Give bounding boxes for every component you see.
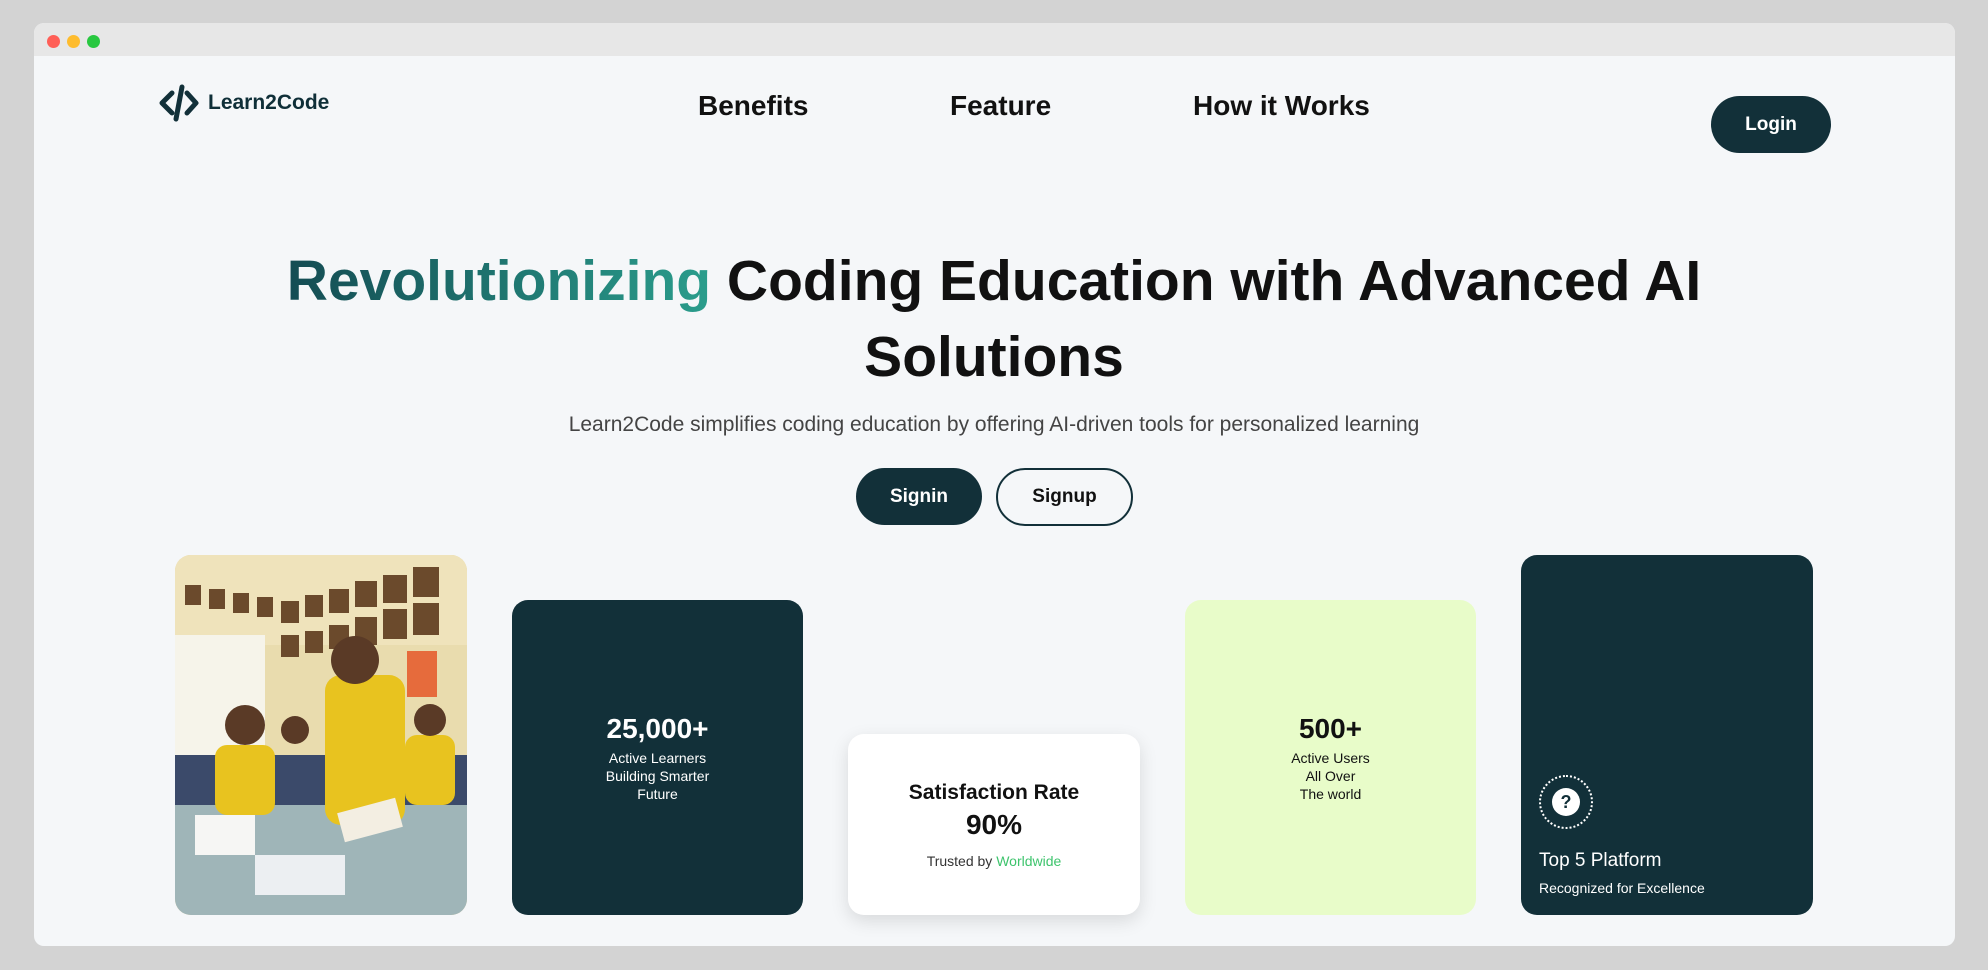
trusted-by-text: Trusted by Worldwide xyxy=(927,853,1062,869)
platform-title: Top 5 Platform xyxy=(1539,850,1662,871)
users-line-1: Active Users xyxy=(1291,749,1370,766)
learners-line-3: Future xyxy=(637,785,678,802)
platform-card: ? Top 5 Platform Recognized for Excellen… xyxy=(1521,555,1813,915)
hero-title-rest: Coding Education with Advanced AI Soluti… xyxy=(711,249,1702,389)
question-icon: ? xyxy=(1539,775,1593,829)
login-button[interactable]: Login xyxy=(1711,96,1831,153)
users-line-2: All Over xyxy=(1305,767,1356,784)
hero-subtitle: Learn2Code simplifies coding education b… xyxy=(568,413,1420,436)
hero-title: Revolutionizing Coding Education with Ad… xyxy=(234,243,1754,395)
users-stat-card: 500+ Active Users All Over The world xyxy=(1185,600,1476,915)
browser-window: Learn2Code Benefits Feature How it Works… xyxy=(34,23,1955,946)
signup-button[interactable]: Signup xyxy=(996,468,1133,526)
nav-link-feature[interactable]: Feature xyxy=(950,90,1051,122)
learners-stat-card: 25,000+ Active Learners Building Smarter… xyxy=(512,600,803,915)
hero-title-accent: Revolutionizing xyxy=(286,249,712,313)
users-line-3: The world xyxy=(1299,785,1362,802)
platform-subtitle: Recognized for Excellence xyxy=(1539,880,1705,896)
close-window-button[interactable] xyxy=(47,35,60,48)
brand-logo[interactable]: Learn2Code xyxy=(158,83,329,123)
users-count: 500+ xyxy=(1298,712,1363,744)
top-navigation: Learn2Code Benefits Feature How it Works… xyxy=(34,56,1955,156)
learners-line-2: Building Smarter xyxy=(605,767,710,784)
satisfaction-title: Satisfaction Rate xyxy=(908,780,1080,804)
window-titlebar xyxy=(34,23,1955,56)
learners-count: 25,000+ xyxy=(606,712,709,744)
classroom-illustration xyxy=(175,555,467,915)
students-photo xyxy=(175,555,467,915)
trusted-prefix: Trusted by xyxy=(926,852,997,869)
maximize-window-button[interactable] xyxy=(87,35,100,48)
nav-link-how-it-works[interactable]: How it Works xyxy=(1193,90,1370,122)
brand-name: Learn2Code xyxy=(208,91,330,114)
learners-line-1: Active Learners xyxy=(608,749,707,766)
satisfaction-card: Satisfaction Rate 90% Trusted by Worldwi… xyxy=(848,734,1140,915)
satisfaction-value: 90% xyxy=(965,808,1023,840)
nav-link-benefits[interactable]: Benefits xyxy=(698,90,808,122)
trusted-highlight: Worldwide xyxy=(996,852,1062,869)
signin-button[interactable]: Signin xyxy=(856,468,982,525)
minimize-window-button[interactable] xyxy=(67,35,80,48)
code-logo-icon xyxy=(159,84,199,122)
